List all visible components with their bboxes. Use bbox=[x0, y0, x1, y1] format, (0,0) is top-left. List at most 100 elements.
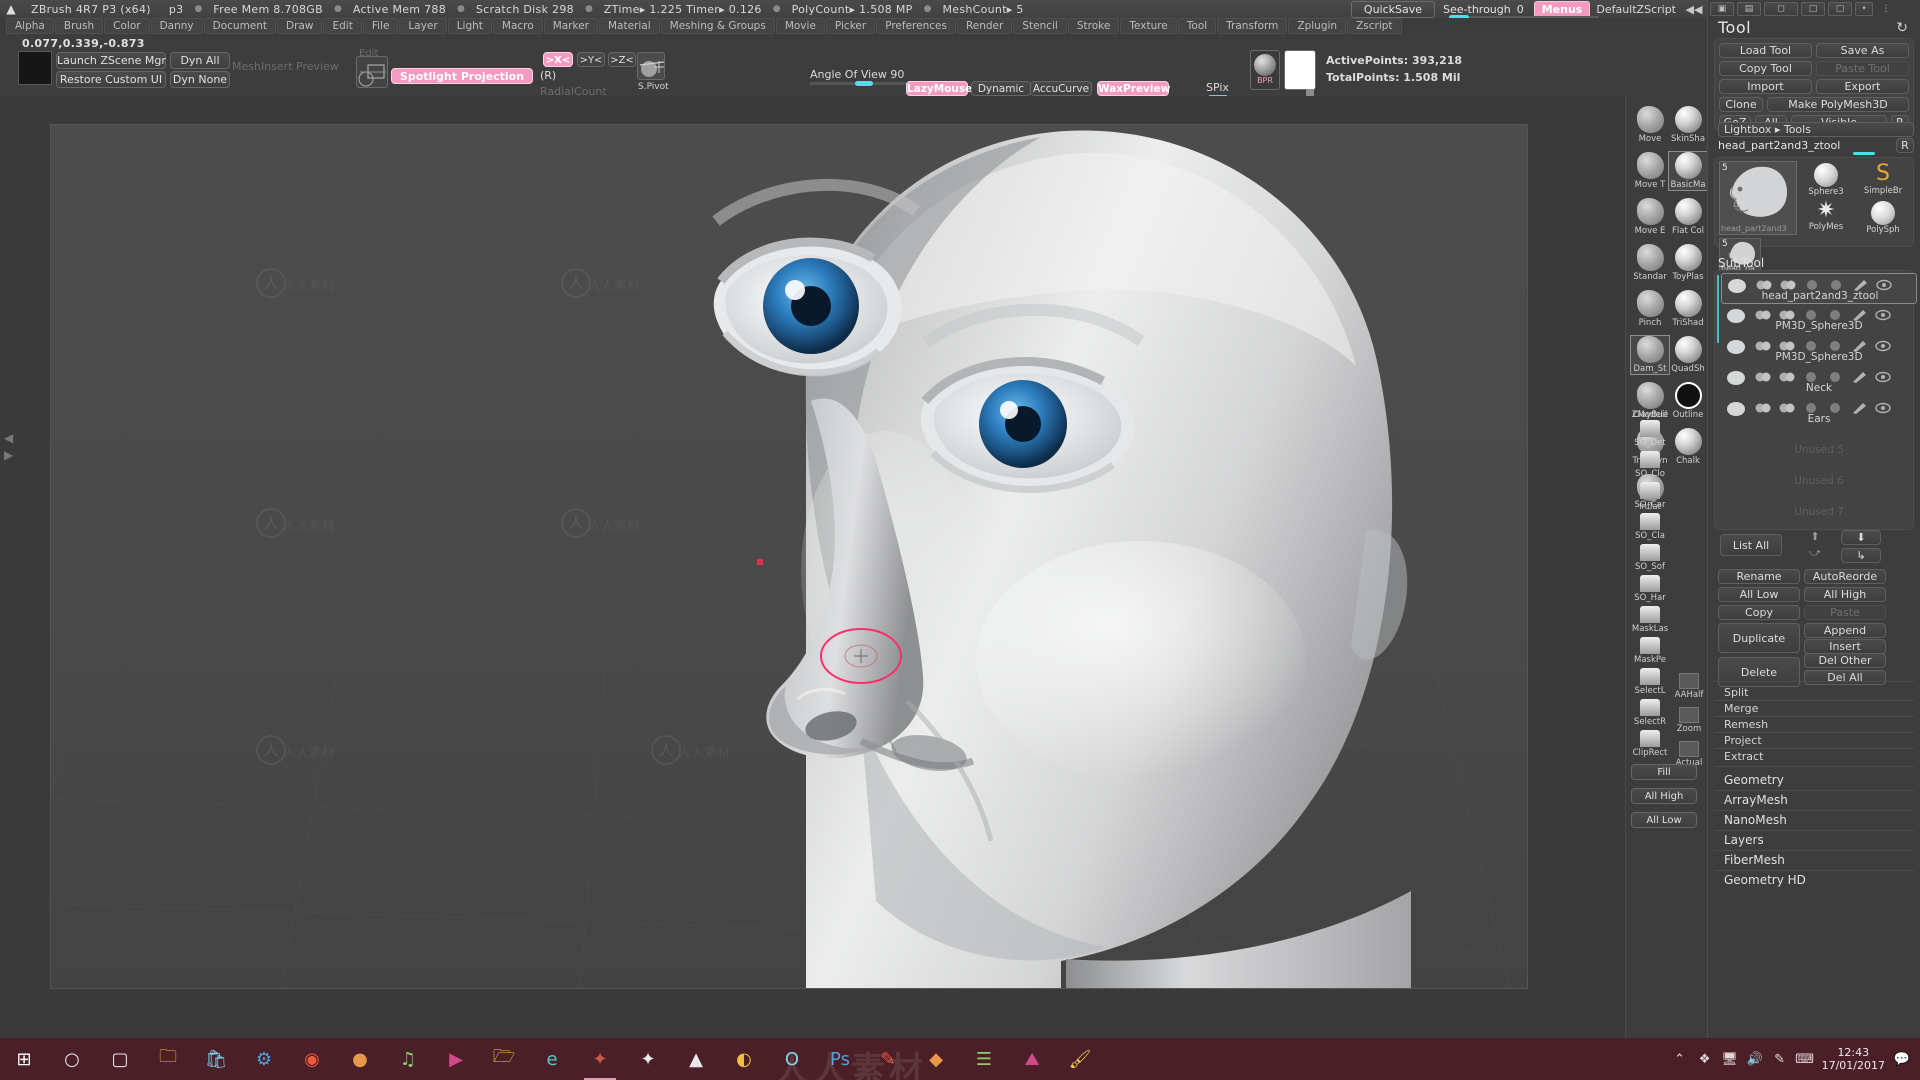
current-color-swatch[interactable] bbox=[18, 51, 52, 85]
taskbar-brush-app-icon[interactable]: 🖌 bbox=[1056, 1038, 1104, 1080]
tool-thumb-polysphere[interactable]: PolySph bbox=[1855, 200, 1911, 235]
copy-tool-button[interactable]: Copy Tool bbox=[1719, 61, 1812, 76]
brush-pinch[interactable]: Pinch bbox=[1631, 290, 1669, 328]
symmetry-z-button[interactable]: >Z< bbox=[608, 52, 636, 67]
sculpted-head-model[interactable] bbox=[711, 125, 1471, 988]
del-other-button[interactable]: Del Other bbox=[1804, 653, 1886, 668]
see-through-slider[interactable]: See-through 0 bbox=[1443, 3, 1600, 20]
subtool-move-down-icon[interactable]: ⤻ bbox=[1796, 546, 1834, 560]
arraymesh-section[interactable]: ArrayMesh bbox=[1724, 793, 1788, 807]
all-high-button[interactable]: All High bbox=[1804, 587, 1886, 602]
dyn-all-button[interactable]: Dyn All bbox=[170, 52, 230, 69]
taskbar-file-explorer-icon[interactable]: 🗀 bbox=[144, 1038, 192, 1080]
material-toyplas[interactable]: ToyPlas bbox=[1669, 244, 1707, 282]
list-all-button[interactable]: List All bbox=[1720, 534, 1782, 556]
menu-item-transform[interactable]: Transform bbox=[1217, 18, 1288, 34]
taskbar-task-view-icon[interactable]: ▢ bbox=[96, 1038, 144, 1080]
tool-thumb-head[interactable]: 5 head_part2and3 bbox=[1719, 161, 1797, 235]
taskbar-keyshot-icon[interactable]: ▲ bbox=[672, 1038, 720, 1080]
stroke-maskpe[interactable]: MaskPe bbox=[1631, 637, 1669, 665]
spotlight-projection-button[interactable]: Spotlight Projection bbox=[391, 68, 533, 84]
s-pivot-button[interactable] bbox=[637, 52, 665, 80]
taskbar-settings-icon[interactable]: ⚙ bbox=[240, 1038, 288, 1080]
fibermesh-section[interactable]: FiberMesh bbox=[1724, 853, 1785, 867]
nanomesh-section[interactable]: NanoMesh bbox=[1724, 813, 1787, 827]
stroke-selectl[interactable]: SelectL bbox=[1631, 668, 1669, 696]
stroke-masklas[interactable]: MaskLas bbox=[1631, 606, 1669, 634]
menu-item-marker[interactable]: Marker bbox=[543, 18, 598, 34]
subtool-row[interactable]: PM3D_Sphere3D bbox=[1721, 304, 1917, 335]
angle-of-view-knob[interactable] bbox=[855, 81, 873, 86]
menu-item-stroke[interactable]: Stroke bbox=[1067, 18, 1120, 34]
view-zoom[interactable]: Zoom bbox=[1670, 707, 1708, 734]
menu-item-light[interactable]: Light bbox=[447, 18, 492, 34]
angle-of-view-track[interactable] bbox=[810, 81, 910, 86]
dropbox-icon[interactable]: ❖ bbox=[1697, 1051, 1713, 1067]
volume-icon[interactable]: 🔊 bbox=[1747, 1051, 1763, 1067]
dynamic-button[interactable]: Dynamic bbox=[971, 81, 1031, 96]
brush-dam-st[interactable]: Dam_St bbox=[1630, 335, 1670, 375]
layers-section[interactable]: Layers bbox=[1724, 833, 1764, 847]
menu-item-edit[interactable]: Edit bbox=[323, 18, 362, 34]
menu-item-zscript[interactable]: Zscript bbox=[1347, 18, 1402, 34]
brush-zmodeler[interactable]: ZModele bbox=[1631, 396, 1669, 420]
stroke-selectr[interactable]: SelectR bbox=[1631, 699, 1669, 727]
export-button[interactable]: Export bbox=[1816, 79, 1909, 94]
all-low-button[interactable]: All Low bbox=[1631, 812, 1697, 828]
append-button[interactable]: Append bbox=[1804, 623, 1886, 638]
menu-item-preferences[interactable]: Preferences bbox=[876, 18, 956, 34]
taskbar-painter-icon[interactable]: ✎ bbox=[864, 1038, 912, 1080]
menu-item-material[interactable]: Material bbox=[598, 18, 660, 34]
menu-item-meshing-groups[interactable]: Meshing & Groups bbox=[660, 18, 775, 34]
menu-item-texture[interactable]: Texture bbox=[1120, 18, 1177, 34]
paste-tool-button[interactable]: Paste Tool bbox=[1816, 61, 1909, 76]
brush-move-t[interactable]: Move T bbox=[1631, 152, 1669, 190]
stroke-so-car[interactable]: SO_Car bbox=[1631, 482, 1669, 510]
stroke-cliprect[interactable]: ClipRect bbox=[1631, 730, 1669, 758]
quicksave-button[interactable]: QuickSave bbox=[1350, 0, 1436, 18]
subtool-row[interactable]: Unused 6 bbox=[1721, 459, 1917, 490]
stroke-so-cla[interactable]: SO_Cla bbox=[1631, 513, 1669, 541]
subtool-scroll-indicator[interactable] bbox=[1717, 275, 1719, 343]
panel-icon-1[interactable]: ▣ bbox=[1710, 2, 1734, 16]
taskbar-designer-icon[interactable]: ◆ bbox=[912, 1038, 960, 1080]
menu-item-render[interactable]: Render bbox=[956, 18, 1013, 34]
keyboard-icon[interactable]: ⌨ bbox=[1795, 1051, 1814, 1067]
material-skinsha[interactable]: SkinSha bbox=[1669, 106, 1707, 144]
taskbar-zbrush-icon[interactable]: ✦ bbox=[576, 1038, 624, 1080]
clone-button[interactable]: Clone bbox=[1719, 97, 1763, 112]
import-button[interactable]: Import bbox=[1719, 79, 1812, 94]
viewport-canvas[interactable]: ◀ ▶ 人 人人素材 人 人人素材 人 人 人人素材 人 人人素材 人 人人素材… bbox=[0, 96, 1655, 1038]
pen-icon[interactable]: ✎ bbox=[1772, 1051, 1788, 1067]
symmetry-y-button[interactable]: >Y< bbox=[577, 52, 605, 67]
dyn-none-button[interactable]: Dyn None bbox=[170, 71, 230, 88]
taskbar-notes-icon[interactable]: ☰ bbox=[960, 1038, 1008, 1080]
brush-move[interactable]: Move bbox=[1631, 106, 1669, 144]
left-tray-collapse-icon[interactable]: ▶ bbox=[4, 448, 13, 462]
panel-icon-6[interactable]: • bbox=[1855, 2, 1873, 16]
taskbar-gallery-icon[interactable]: ⛰ bbox=[1008, 1038, 1056, 1080]
lightbox-tools-button[interactable]: Lightbox ▸ Tools bbox=[1718, 122, 1914, 137]
menu-item-picker[interactable]: Picker bbox=[825, 18, 876, 34]
accu-curve-button[interactable]: AccuCurve bbox=[1030, 81, 1092, 96]
tool-slider-knob[interactable] bbox=[1853, 152, 1875, 155]
subtool-row[interactable]: Ears bbox=[1721, 397, 1917, 428]
menu-item-layer[interactable]: Layer bbox=[399, 18, 447, 34]
panel-icon-5[interactable]: ▢ bbox=[1828, 2, 1852, 16]
taskbar-cortana-search-icon[interactable]: ○ bbox=[48, 1038, 96, 1080]
project-section[interactable]: Project bbox=[1724, 734, 1762, 747]
fill-button[interactable]: Fill bbox=[1631, 764, 1697, 780]
geometry-section[interactable]: Geometry bbox=[1724, 773, 1784, 787]
clock[interactable]: 12:43 17/01/2017 bbox=[1822, 1046, 1885, 1072]
menu-item-macro[interactable]: Macro bbox=[492, 18, 543, 34]
restore-custom-ui-button[interactable]: Restore Custom UI bbox=[56, 71, 166, 88]
del-all-button[interactable]: Del All bbox=[1804, 670, 1886, 685]
stroke-so-sof[interactable]: SO_Sof bbox=[1631, 544, 1669, 572]
menu-item-zplugin[interactable]: Zplugin bbox=[1288, 18, 1347, 34]
save-as-button[interactable]: Save As bbox=[1816, 43, 1909, 58]
menu-item-document[interactable]: Document bbox=[203, 18, 277, 34]
material-flat-col[interactable]: Flat Col bbox=[1669, 198, 1707, 236]
paste-button[interactable]: Paste bbox=[1804, 605, 1886, 620]
symmetry-x-button[interactable]: >X< bbox=[543, 52, 573, 67]
subtool-move-up-icon[interactable]: ⬆ bbox=[1796, 530, 1834, 544]
